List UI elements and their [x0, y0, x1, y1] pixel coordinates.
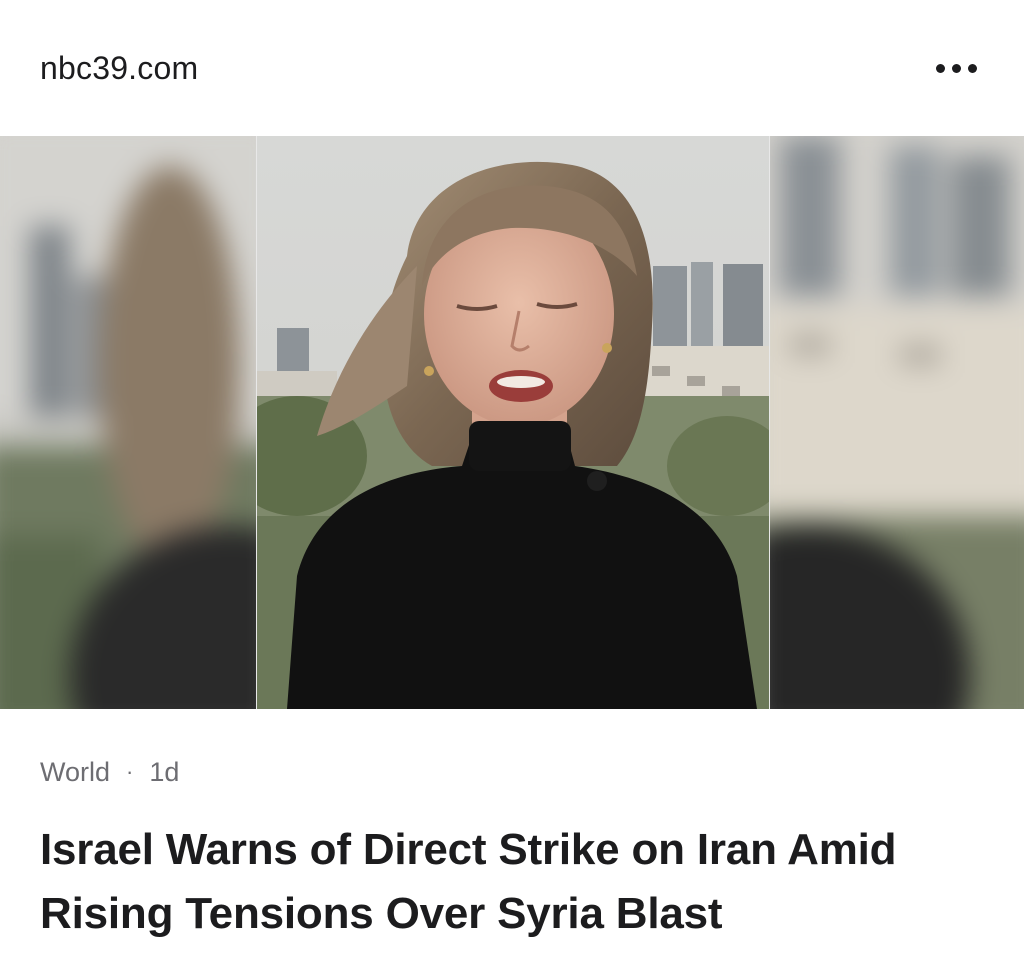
hero-blur-right: [770, 136, 1024, 709]
category-label[interactable]: World: [40, 755, 110, 789]
article-age: 1d: [149, 757, 180, 787]
article-photo: [256, 136, 770, 709]
news-card[interactable]: nbc39.com World · 1d Israel Warns of Dir…: [0, 0, 1024, 972]
hero-image[interactable]: [0, 136, 1024, 709]
source-name[interactable]: nbc39.com: [40, 48, 198, 88]
article-meta: World · 1d: [40, 755, 179, 789]
ellipsis-icon: [935, 63, 945, 73]
ellipsis-icon: [951, 63, 961, 73]
more-options-button[interactable]: [920, 44, 992, 92]
card-header: nbc39.com: [0, 0, 1024, 136]
meta-separator: ·: [126, 759, 134, 784]
hero-blur-left: [0, 136, 256, 709]
article-headline[interactable]: Israel Warns of Direct Strike on Iran Am…: [40, 818, 990, 946]
ellipsis-icon: [967, 63, 977, 73]
